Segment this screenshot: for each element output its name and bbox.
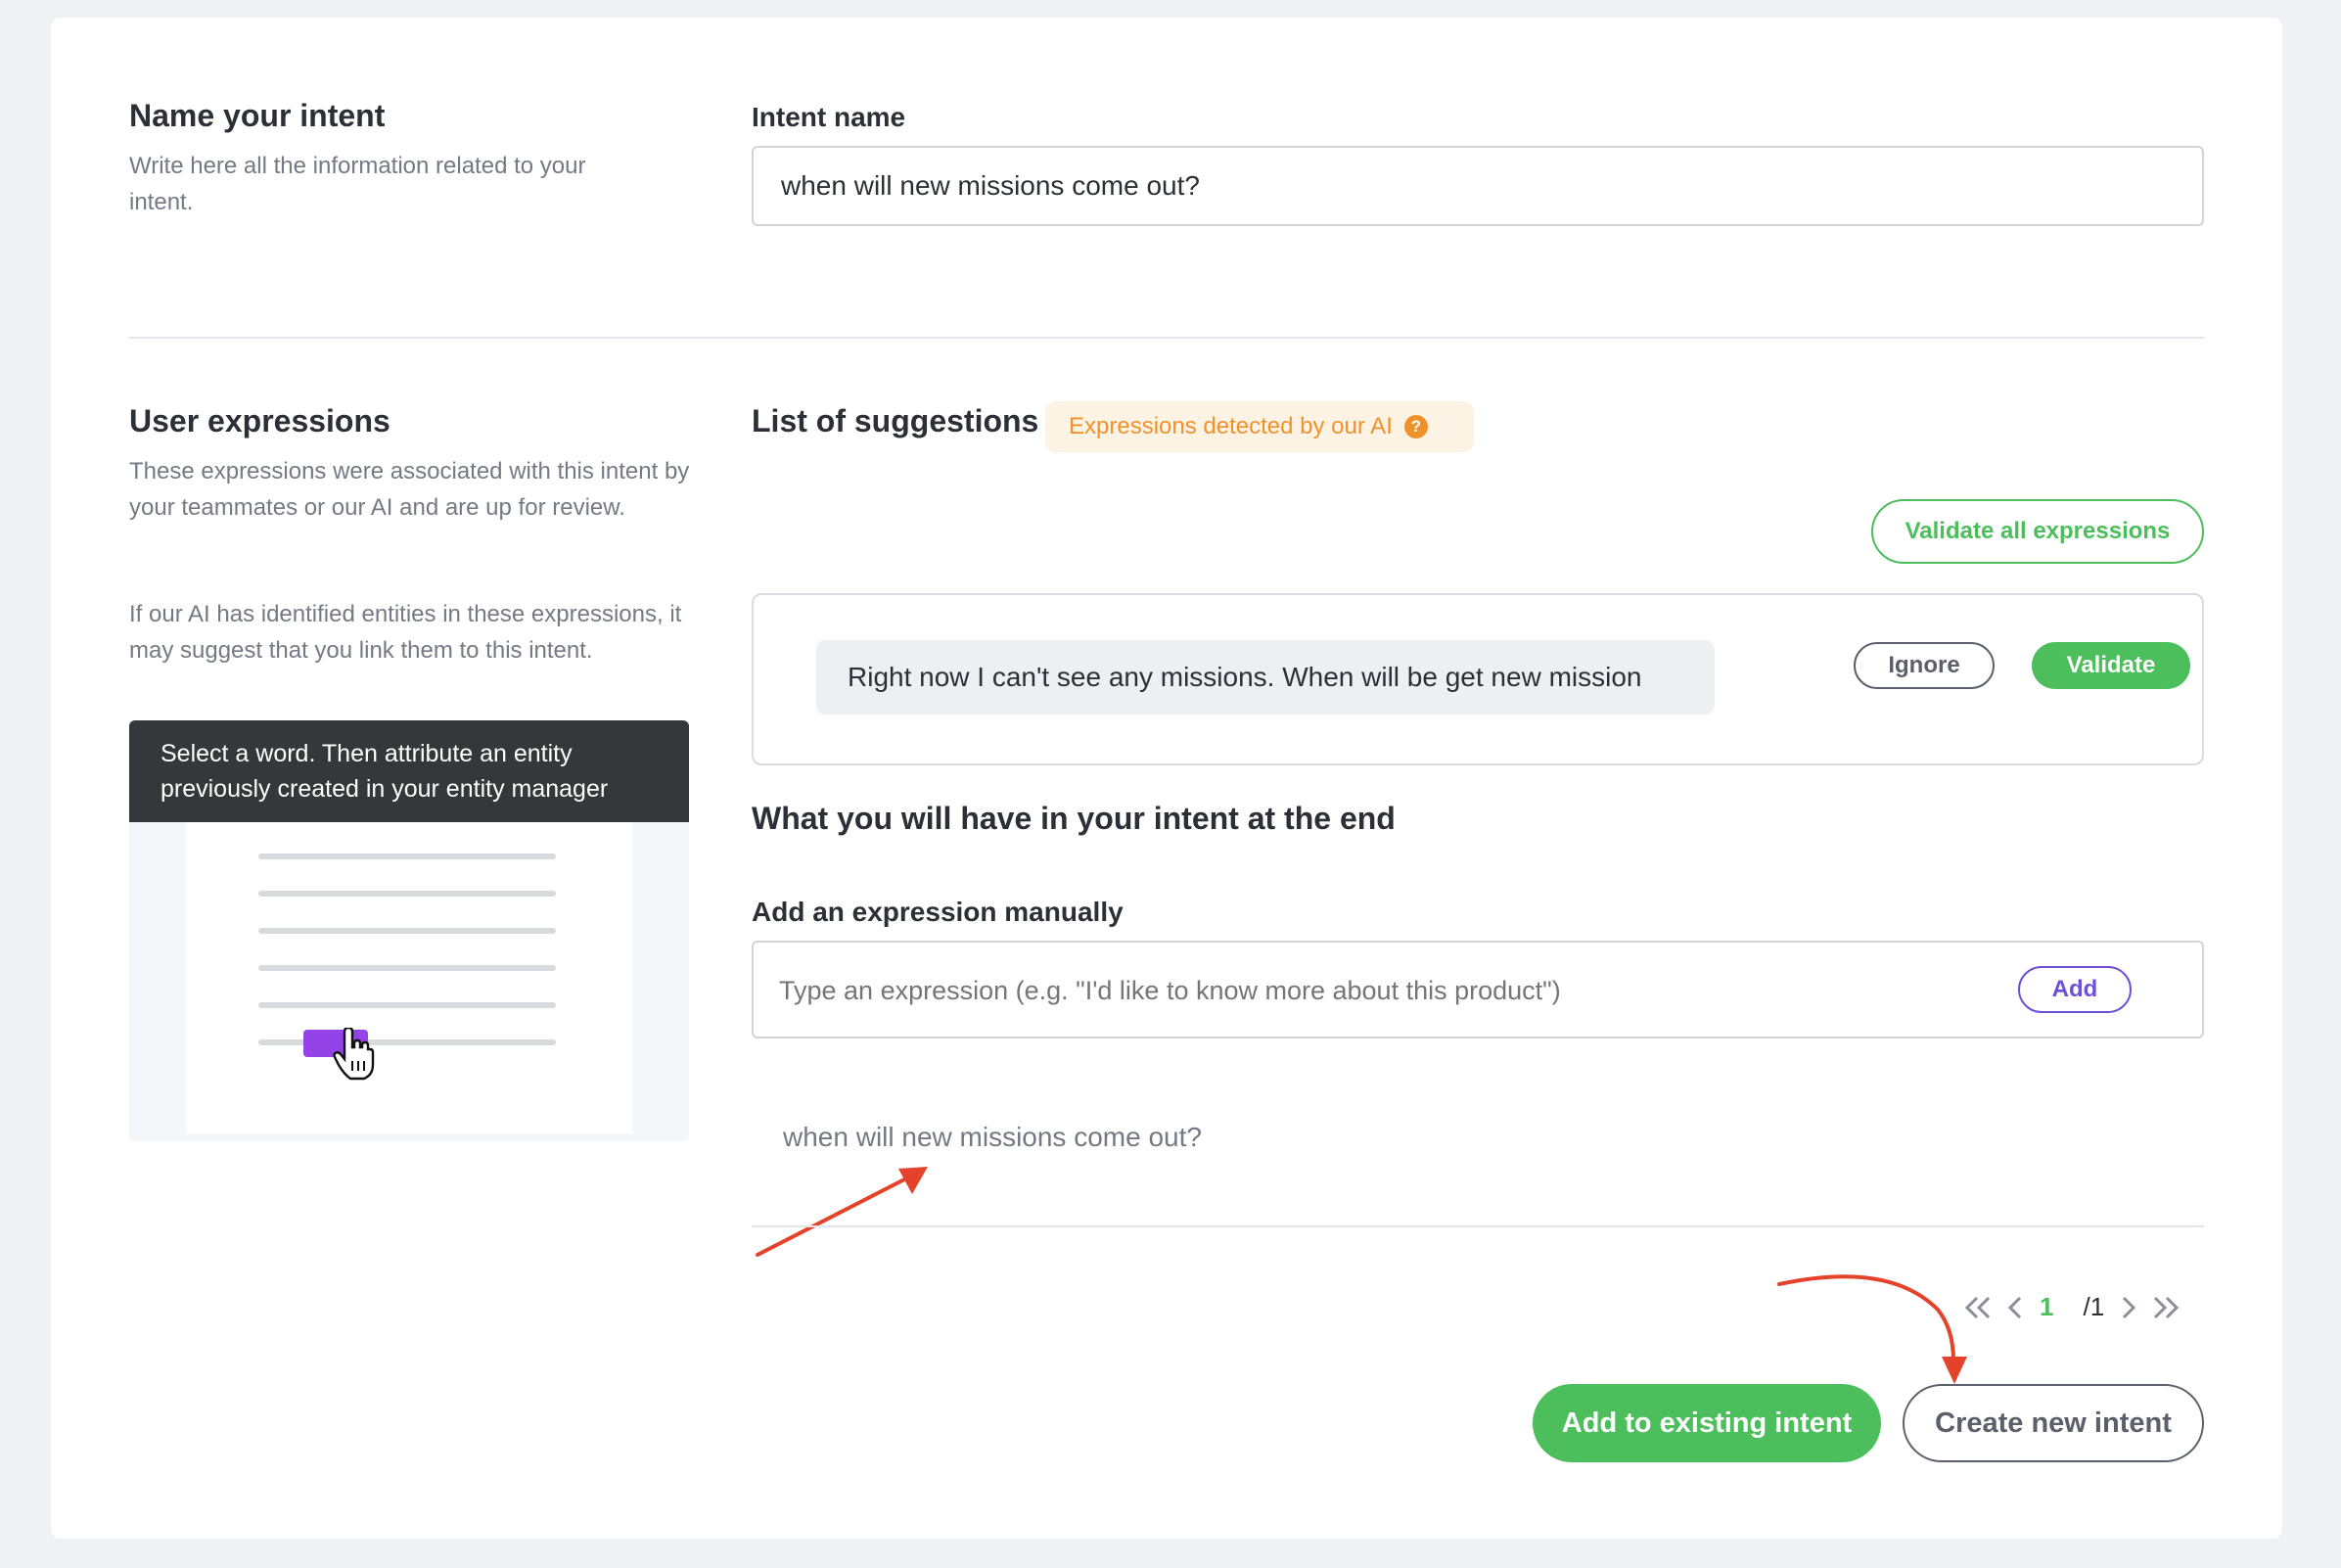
validate-button[interactable]: Validate [2032, 642, 2190, 689]
section-divider [129, 337, 2204, 339]
illustration-tooltip: Select a word. Then attribute an entity … [129, 720, 689, 822]
intent-card: Name your intent Write here all the info… [51, 18, 2282, 1539]
doc-line [258, 1002, 556, 1008]
suggestions-title: List of suggestions [752, 403, 1039, 438]
last-page-icon[interactable] [2151, 1294, 2180, 1321]
ai-badge: Expressions detected by our AI ? [1045, 401, 1474, 452]
list-divider [752, 1225, 2204, 1227]
name-section-title: Name your intent [129, 98, 386, 133]
user-expressions-title: User expressions [129, 403, 390, 438]
suggestion-item: Right now I can't see any missions. When… [752, 593, 2204, 765]
add-expression-input[interactable] [777, 968, 2014, 1013]
add-to-existing-intent-button[interactable]: Add to existing intent [1533, 1384, 1881, 1462]
add-expression-field[interactable]: Add [752, 941, 2204, 1038]
suggestion-text[interactable]: Right now I can't see any missions. When… [816, 640, 1715, 715]
help-icon[interactable]: ? [1403, 415, 1428, 438]
next-page-icon[interactable] [2118, 1294, 2137, 1321]
validate-all-button[interactable]: Validate all expressions [1871, 499, 2204, 564]
result-title: What you will have in your intent at the… [752, 801, 1396, 836]
user-expressions-description: These expressions were associated with t… [129, 458, 690, 521]
doc-line [258, 928, 556, 934]
add-expression-label: Add an expression manually [752, 897, 1124, 927]
doc-line [258, 853, 556, 859]
intent-name-label: Intent name [752, 102, 906, 132]
entity-illustration: Select a word. Then attribute an entity … [129, 720, 689, 1141]
prev-page-icon[interactable] [2006, 1294, 2026, 1321]
expression-list-item: when will new missions come out? [783, 1122, 1202, 1152]
total-pages: /1 [2083, 1292, 2105, 1321]
doc-line [258, 891, 556, 897]
first-page-icon[interactable] [1963, 1294, 1993, 1321]
pagination: 1 /1 [1963, 1292, 2180, 1322]
doc-line [258, 965, 556, 971]
entities-description: If our AI has identified entities in the… [129, 601, 682, 664]
hand-cursor-icon [333, 1028, 375, 1081]
annotation-arrow-icon [756, 1167, 928, 1257]
curved-arrow-icon [1777, 1274, 1967, 1384]
add-button[interactable]: Add [2018, 966, 2132, 1013]
create-new-intent-button[interactable]: Create new intent [1903, 1384, 2204, 1462]
illustration-document [186, 822, 632, 1133]
intent-name-input[interactable]: when will new missions come out? [752, 146, 2204, 226]
intent-name-value: when will new missions come out? [781, 170, 1200, 201]
current-page[interactable]: 1 [2040, 1292, 2053, 1322]
ai-badge-text: Expressions detected by our AI [1069, 413, 1393, 439]
name-section-description: Write here all the information related t… [129, 153, 586, 215]
ignore-button[interactable]: Ignore [1854, 642, 1995, 689]
